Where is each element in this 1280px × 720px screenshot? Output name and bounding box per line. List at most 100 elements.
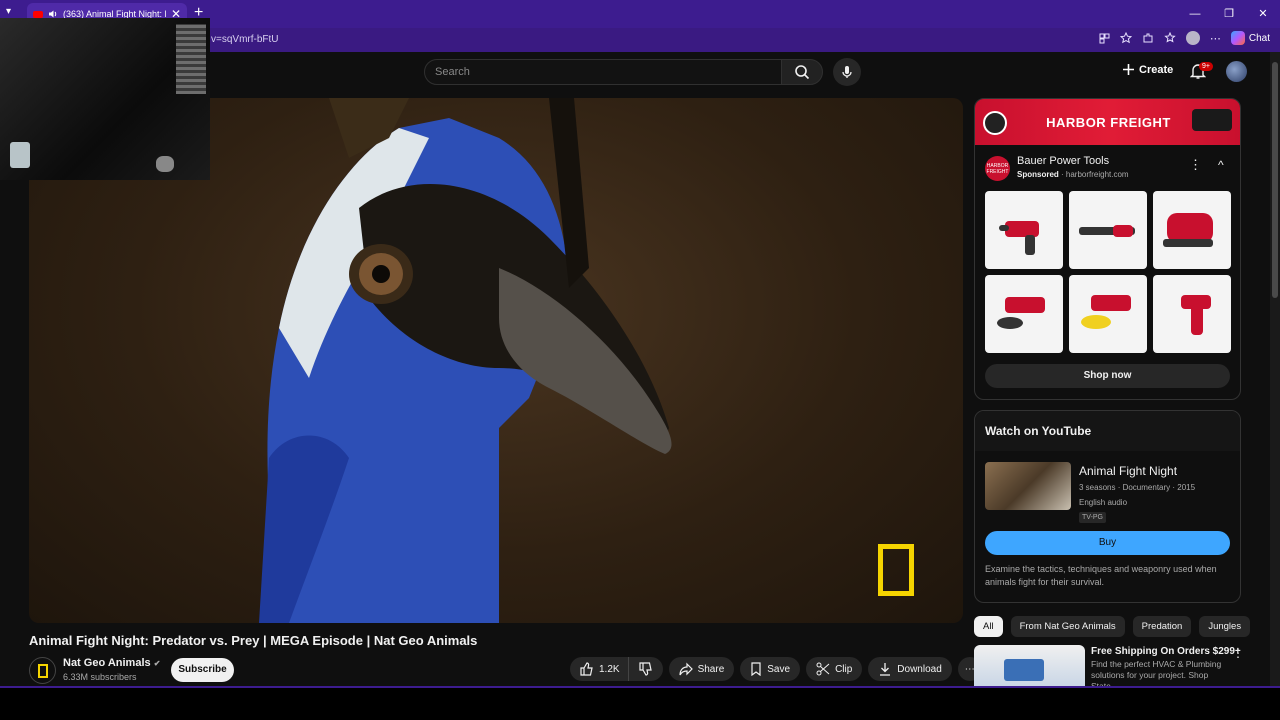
watch-on-youtube-card: Watch on YouTube Animal Fight Night 3 se… (974, 410, 1241, 603)
copilot-icon (1230, 31, 1245, 45)
ad-sponsor-line: Sponsored · harborfreight.com (1017, 170, 1129, 179)
download-button[interactable]: Download (868, 657, 952, 681)
favorite-star-icon[interactable] (1119, 32, 1132, 44)
national-geographic-watermark (878, 544, 914, 596)
taskbar-area (0, 688, 1280, 720)
next-ad-thumbnail[interactable] (974, 645, 1085, 687)
url-field[interactable]: v=sqVmrf-bFtU (211, 34, 279, 45)
product-buffer[interactable] (1069, 275, 1147, 353)
rating-badge: TV-PG (1079, 512, 1107, 523)
more-menu-icon[interactable]: ⋯ (1210, 32, 1221, 45)
advertiser-logo[interactable]: HARBOR FREIGHT (985, 156, 1010, 181)
address-bar-icons: ⋯ Chat (1099, 31, 1270, 45)
notification-count-badge: 9+ (1199, 62, 1213, 71)
banner-drill-image (1192, 109, 1232, 131)
bookmark-icon (751, 662, 761, 676)
subscribe-button[interactable]: Subscribe (171, 658, 234, 682)
hvac-unit-image (1004, 659, 1044, 681)
create-label: Create (1139, 63, 1174, 76)
restore-button[interactable]: ❐ (1212, 0, 1246, 28)
nat-geo-logo-icon (37, 663, 48, 678)
next-ad-title[interactable]: Free Shipping On Orders $299+ (1091, 646, 1241, 657)
thumbs-down-icon (638, 662, 652, 676)
video-title: Animal Fight Night: Predator vs. Prey | … (29, 633, 478, 648)
show-meta: 3 seasons · Documentary · 2015 (1079, 483, 1196, 492)
sponsored-ad-card[interactable]: HARBOR FREIGHT HARBOR FREIGHT Bauer Powe… (974, 98, 1241, 400)
copilot-chat-button[interactable]: Chat (1230, 31, 1270, 45)
scrollbar-thumb[interactable] (1272, 62, 1278, 298)
download-label: Download (897, 663, 942, 675)
chip-all[interactable]: All (974, 616, 1003, 637)
clip-label: Clip (835, 663, 853, 675)
product-orbital-sander[interactable] (1153, 191, 1231, 269)
clip-button[interactable]: Clip (806, 657, 863, 681)
buy-button[interactable]: Buy (985, 531, 1230, 555)
share-icon (678, 662, 693, 676)
ad-menu-icon[interactable]: ⋮ (1189, 157, 1202, 173)
share-button[interactable]: Share (668, 657, 735, 681)
dislike-button[interactable] (627, 657, 663, 681)
plus-icon (1123, 64, 1134, 75)
subscriber-count: 6.33M subscribers (63, 672, 137, 682)
webcam-cup (10, 142, 30, 168)
chat-label: Chat (1248, 32, 1270, 44)
save-button[interactable]: Save (740, 657, 801, 681)
webcam-overlay (0, 18, 210, 180)
account-avatar[interactable] (1226, 61, 1247, 82)
share-label: Share (697, 663, 725, 675)
ad-collapse-icon[interactable]: ^ (1218, 158, 1224, 172)
like-button[interactable]: 1.2K (570, 657, 628, 681)
thumbs-up-icon (580, 662, 593, 676)
profile-avatar[interactable] (1185, 31, 1200, 45)
search-button[interactable] (781, 59, 823, 85)
scissors-icon (816, 662, 830, 676)
ad-banner[interactable]: HARBOR FREIGHT (975, 99, 1240, 145)
voice-search-button[interactable] (833, 58, 861, 86)
minimize-button[interactable]: — (1178, 0, 1212, 28)
search-icon (795, 65, 810, 80)
product-hammer-drill[interactable] (985, 191, 1063, 269)
download-icon (880, 663, 891, 676)
app-available-icon[interactable] (1099, 33, 1110, 44)
chip-jungles[interactable]: Jungles (1199, 616, 1251, 637)
create-button[interactable]: Create (1122, 63, 1173, 76)
product-screwdriver[interactable] (1153, 275, 1231, 353)
chip-predation[interactable]: Predation (1132, 616, 1192, 637)
channel-avatar[interactable] (29, 657, 56, 684)
page-scrollbar[interactable] (1270, 52, 1280, 688)
webcam-hand (156, 156, 174, 172)
product-grid (985, 191, 1231, 353)
ad-domain: · harborfreight.com (1061, 170, 1129, 179)
extensions-icon[interactable] (1142, 32, 1154, 44)
verified-icon: ✔ (153, 659, 161, 668)
related-filter-chips: All From Nat Geo Animals Predation Jungl… (974, 616, 1251, 637)
search-input[interactable]: Search (424, 59, 782, 85)
banner-brand: HARBOR FREIGHT (1046, 114, 1171, 130)
product-polisher[interactable] (985, 275, 1063, 353)
microphone-icon (842, 66, 852, 78)
sponsored-label: Sponsored (1017, 170, 1059, 179)
save-label: Save (767, 663, 791, 675)
video-actions: 1.2K Share Save Clip Download ⋯ (570, 657, 982, 681)
show-title[interactable]: Animal Fight Night (1079, 464, 1177, 478)
favorites-icon[interactable] (1164, 32, 1176, 44)
show-audio: English audio (1079, 498, 1128, 507)
show-description: Examine the tactics, techniques and weap… (985, 564, 1217, 587)
youtube-favicon-icon (33, 10, 43, 18)
shop-now-button[interactable]: Shop now (985, 364, 1230, 388)
webcam-background-shelf (176, 24, 206, 94)
watch-heading: Watch on YouTube (985, 424, 1092, 438)
window-close-button[interactable]: ✕ (1246, 0, 1280, 28)
tab-list-icon[interactable]: ▾ (6, 6, 11, 17)
channel-name[interactable]: Nat Geo Animals ✔ (63, 657, 160, 669)
banner-tool-image (983, 111, 1007, 135)
window-controls: — ❐ ✕ (1178, 0, 1280, 28)
chip-from-channel[interactable]: From Nat Geo Animals (1010, 616, 1125, 637)
show-thumbnail[interactable] (985, 462, 1071, 510)
like-count: 1.2K (599, 663, 620, 675)
channel-name-text: Nat Geo Animals (63, 657, 151, 669)
screen: ▾ (363) Animal Fight Night: Pred ✕ + — ❐… (0, 0, 1280, 720)
advertiser-name[interactable]: Bauer Power Tools (1017, 155, 1109, 167)
next-ad-menu-icon[interactable]: ⋮ (1232, 646, 1244, 660)
product-reciprocating-saw[interactable] (1069, 191, 1147, 269)
